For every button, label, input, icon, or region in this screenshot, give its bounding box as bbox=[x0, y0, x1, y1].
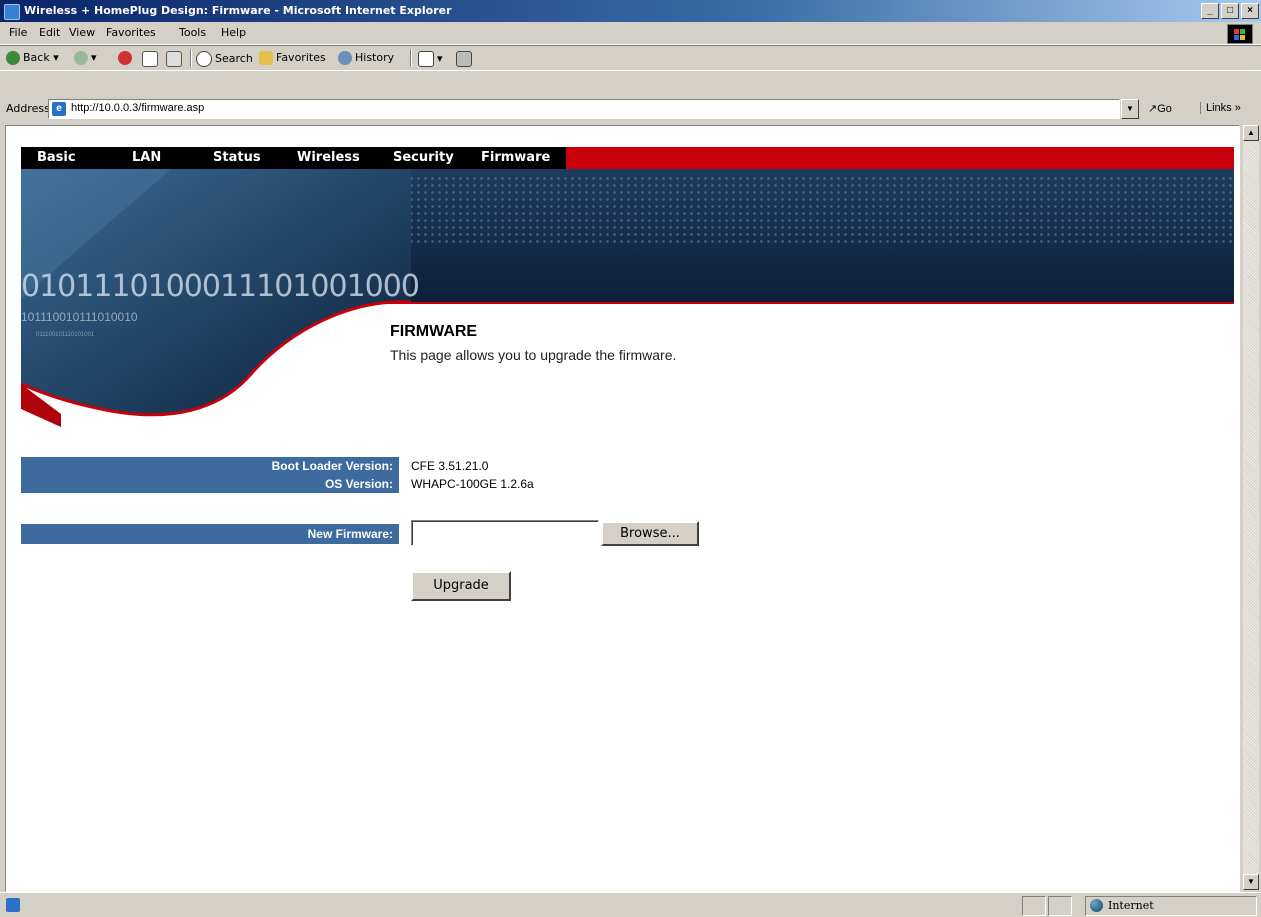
nav-status[interactable]: Status bbox=[213, 150, 261, 165]
address-dropdown-button[interactable]: ▼ bbox=[1121, 99, 1139, 119]
nav-firmware[interactable]: Firmware bbox=[481, 150, 550, 165]
go-button[interactable]: ↗Go bbox=[1148, 102, 1172, 115]
page-icon: e bbox=[52, 102, 66, 116]
home-icon bbox=[166, 51, 182, 67]
history-button[interactable]: History bbox=[338, 51, 394, 65]
standard-toolbar: Back ▾ ▾ Search Favorites History ▾ bbox=[0, 45, 1261, 71]
os-version-value: WHAPC-100GE 1.2.6a bbox=[411, 477, 534, 491]
menu-favorites[interactable]: Favorites bbox=[106, 26, 156, 39]
upgrade-button[interactable]: Upgrade bbox=[411, 571, 511, 601]
search-icon bbox=[196, 51, 212, 67]
maximize-button[interactable]: □ bbox=[1221, 3, 1239, 19]
browse-button[interactable]: Browse... bbox=[601, 521, 699, 546]
print-button[interactable] bbox=[456, 51, 475, 67]
os-version-label: OS Version: bbox=[324, 477, 393, 491]
search-button[interactable]: Search bbox=[196, 51, 253, 67]
favorites-icon bbox=[259, 51, 273, 65]
scroll-up-arrow[interactable]: ▲ bbox=[1243, 125, 1259, 141]
security-zone: Internet bbox=[1085, 896, 1257, 916]
address-input[interactable]: e http://10.0.0.3/firmware.asp bbox=[48, 99, 1120, 119]
page-status-icon bbox=[6, 898, 20, 912]
back-button[interactable]: Back ▾ bbox=[6, 51, 59, 65]
new-firmware-label: New Firmware: bbox=[21, 524, 399, 544]
page-viewport: 0101110100011101001000 10111001011101001… bbox=[5, 125, 1240, 892]
menu-file[interactable]: File bbox=[9, 26, 27, 39]
back-arrow-icon bbox=[6, 51, 20, 65]
banner-binary-text: 0101110100011101001000 bbox=[21, 269, 420, 304]
page-title: FIRMWARE bbox=[390, 323, 478, 340]
ie-app-icon bbox=[4, 4, 20, 20]
scroll-down-arrow[interactable]: ▼ bbox=[1243, 874, 1259, 890]
window-title: Wireless + HomePlug Design: Firmware - M… bbox=[24, 4, 452, 17]
windows-logo-icon bbox=[1227, 24, 1253, 44]
links-button[interactable]: Links » bbox=[1200, 102, 1241, 114]
top-nav: Basic LAN Status Wireless Security Firmw… bbox=[21, 147, 1234, 169]
menu-edit[interactable]: Edit bbox=[39, 26, 60, 39]
vertical-scrollbar[interactable]: ▲ ▼ bbox=[1243, 125, 1259, 890]
mail-button[interactable]: ▾ bbox=[418, 51, 443, 67]
nav-security[interactable]: Security bbox=[393, 150, 454, 165]
history-icon bbox=[338, 51, 352, 65]
refresh-icon bbox=[142, 51, 158, 67]
forward-arrow-icon bbox=[74, 51, 88, 65]
version-label-bar: Boot Loader Version: OS Version: bbox=[21, 457, 399, 493]
menu-help[interactable]: Help bbox=[221, 26, 246, 39]
status-bar: Internet bbox=[0, 892, 1261, 917]
menu-bar: File Edit View Favorites Tools Help bbox=[0, 22, 1261, 45]
stop-button[interactable] bbox=[118, 51, 135, 65]
nav-wireless[interactable]: Wireless bbox=[297, 150, 360, 165]
nav-lan[interactable]: LAN bbox=[132, 150, 161, 165]
home-button[interactable] bbox=[166, 51, 185, 67]
nav-basic[interactable]: Basic bbox=[37, 150, 76, 165]
forward-button[interactable]: ▾ bbox=[74, 51, 97, 65]
address-bar: Address e http://10.0.0.3/firmware.asp ▼… bbox=[0, 96, 1261, 122]
boot-loader-label: Boot Loader Version: bbox=[271, 459, 393, 473]
firmware-file-input[interactable] bbox=[411, 520, 599, 546]
page-description: This page allows you to upgrade the firm… bbox=[390, 347, 677, 363]
menu-tools[interactable]: Tools bbox=[179, 26, 206, 39]
favorites-button[interactable]: Favorites bbox=[259, 51, 326, 65]
globe-icon bbox=[1090, 899, 1103, 912]
mail-icon bbox=[418, 51, 434, 67]
menu-view[interactable]: View bbox=[69, 26, 95, 39]
banner-binary-text-small: 101110010111010010 bbox=[21, 310, 138, 324]
minimize-button[interactable]: _ bbox=[1201, 3, 1219, 19]
address-label: Address bbox=[6, 102, 50, 115]
banner-binary-text-tiny: 011100101110101001 bbox=[36, 332, 95, 338]
window-title-bar: Wireless + HomePlug Design: Firmware - M… bbox=[0, 0, 1261, 22]
print-icon bbox=[456, 51, 472, 67]
close-button[interactable]: × bbox=[1241, 3, 1259, 19]
refresh-button[interactable] bbox=[142, 51, 161, 67]
boot-loader-value: CFE 3.51.21.0 bbox=[411, 459, 489, 473]
zone-label: Internet bbox=[1108, 899, 1154, 912]
address-url: http://10.0.0.3/firmware.asp bbox=[71, 102, 205, 114]
stop-icon bbox=[118, 51, 132, 65]
